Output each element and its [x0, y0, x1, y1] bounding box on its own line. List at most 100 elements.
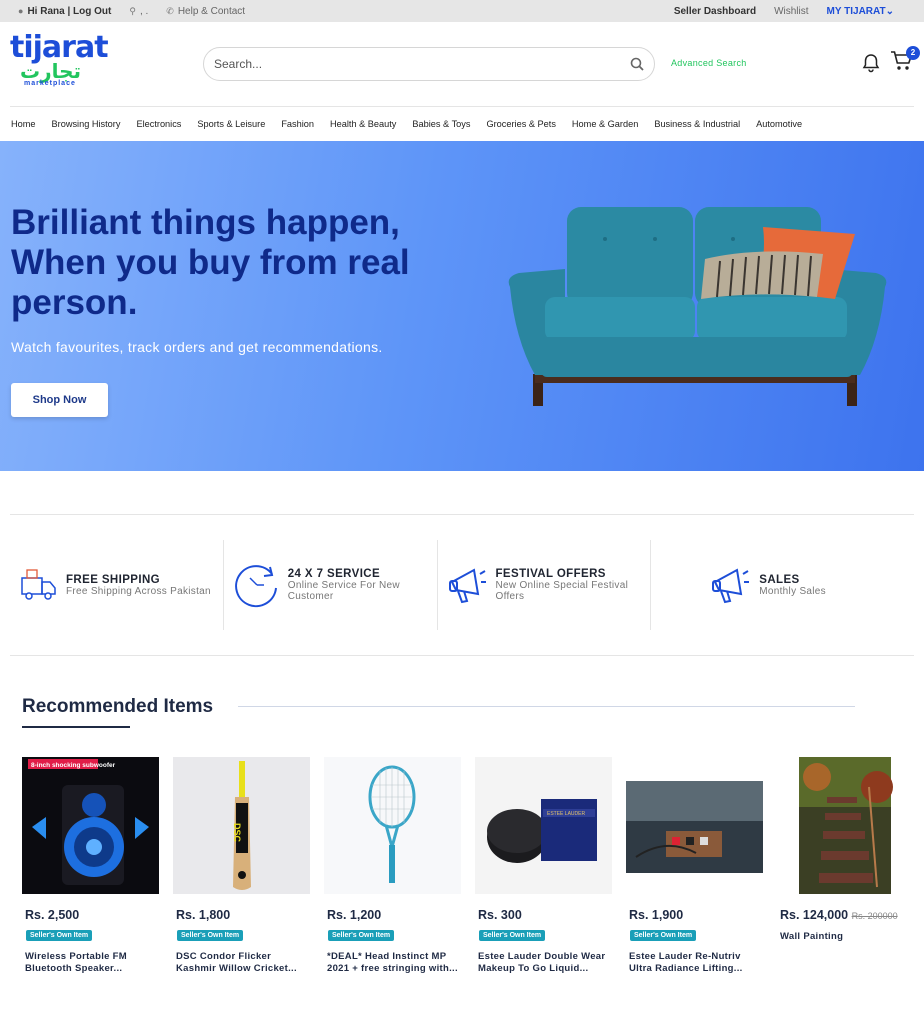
nav-health-beauty[interactable]: Health & Beauty [330, 119, 396, 129]
feature-subtitle: Online Service For New Customer [287, 580, 400, 602]
product-name[interactable]: Wall Painting [780, 931, 914, 943]
nav-sports-leisure[interactable]: Sports & Leisure [197, 119, 265, 129]
wishlist-link[interactable]: Wishlist [774, 6, 808, 17]
features-row: FREE SHIPPING Free Shipping Across Pakis… [10, 540, 914, 630]
hero-headline: Brilliant things happen, When you buy fro… [11, 203, 471, 323]
recommended-title-underline [22, 726, 130, 728]
product-name[interactable]: DSC Condor Flicker Kashmir Willow Cricke… [176, 951, 310, 975]
price-old: Rs. 200000 [851, 911, 898, 921]
seller-dashboard-link[interactable]: Seller Dashboard [674, 6, 756, 17]
nav-automotive[interactable]: Automotive [756, 119, 802, 129]
feature-24x7-service: 24 X 7 SERVICE Online Service For New Cu… [224, 540, 438, 630]
category-nav: Home Browsing History Electronics Sports… [0, 107, 924, 141]
price-current: Rs. 124,000 [780, 908, 849, 922]
phone-icon: ✆ [166, 5, 174, 16]
nav-business-industrial[interactable]: Business & Industrial [654, 119, 740, 129]
user-greeting[interactable]: ● Hi Rana | Log Out [18, 6, 111, 17]
section-divider [10, 514, 914, 515]
hero-line-3: person. [11, 283, 138, 322]
product-card[interactable]: Rs. 1,900 Seller's Own Item Estee Lauder… [626, 757, 763, 975]
product-price: Rs. 1,800 [176, 908, 231, 922]
product-name[interactable]: Estee Lauder Double Wear Makeup To Go Li… [478, 951, 612, 975]
clock-icon [234, 565, 277, 608]
feature-title: FESTIVAL OFFERS [495, 568, 606, 580]
sellers-own-badge: Seller's Own Item [479, 930, 546, 941]
top-bar: ● Hi Rana | Log Out ⚲, . ✆ Help & Contact … [0, 0, 924, 22]
sellers-own-badge: Seller's Own Item [630, 930, 697, 941]
feature-subtitle: Free Shipping Across Pakistan [66, 585, 211, 597]
feature-free-shipping: FREE SHIPPING Free Shipping Across Pakis… [10, 540, 224, 630]
user-icon: ● [18, 5, 24, 16]
product-image[interactable] [777, 757, 914, 894]
logo-latin: tijarat [10, 30, 109, 65]
cart-button[interactable]: 2 [890, 46, 920, 74]
recommended-title: Recommended Items [22, 696, 214, 717]
my-tijarat-dropdown[interactable]: MY TIJARAT⌄ [827, 6, 894, 17]
nav-home-garden[interactable]: Home & Garden [572, 119, 638, 129]
product-price: Rs. 1,200 [327, 908, 382, 922]
megaphone-icon [448, 568, 486, 604]
nav-electronics[interactable]: Electronics [136, 119, 181, 129]
nav-groceries-pets[interactable]: Groceries & Pets [486, 119, 555, 129]
help-contact-link[interactable]: ✆ Help & Contact [166, 6, 245, 17]
feature-festival-offers: FESTIVAL OFFERS New Online Special Festi… [438, 540, 652, 630]
feature-subtitle: Monthly Sales [759, 585, 826, 597]
product-card[interactable]: Rs. 124,000 Rs. 200000 Wall Painting [777, 757, 914, 943]
product-image[interactable]: 8-inch shocking subwoofer [22, 757, 159, 894]
product-image-text: DSC [232, 823, 242, 843]
product-name[interactable]: Wireless Portable FM Bluetooth Speaker..… [25, 951, 159, 975]
truck-icon [21, 569, 56, 600]
location-text: , . [139, 5, 149, 17]
sellers-own-badge: Seller's Own Item [26, 930, 93, 941]
hero-banner: Brilliant things happen, When you buy fro… [0, 141, 924, 471]
sellers-own-badge: Seller's Own Item [177, 930, 244, 941]
hero-line-2: When you buy from real [11, 243, 410, 282]
feature-subtitle: New Online Special Festival Offers [495, 580, 629, 602]
product-image-text: ESTEE LAUDER [547, 811, 585, 817]
megaphone-icon [712, 568, 750, 604]
nav-fashion[interactable]: Fashion [281, 119, 314, 129]
search-icon[interactable] [630, 57, 644, 71]
product-name[interactable]: Estee Lauder Re-Nutriv Ultra Radiance Li… [629, 951, 763, 975]
product-card[interactable]: Rs. 1,200 Seller's Own Item *DEAL* Head … [324, 757, 461, 975]
nav-babies-toys[interactable]: Babies & Toys [412, 119, 470, 129]
search-input[interactable] [214, 57, 630, 71]
advanced-search-link[interactable]: Advanced Search [671, 58, 747, 68]
product-price: Rs. 1,900 [629, 908, 684, 922]
feature-title: FREE SHIPPING [66, 573, 161, 586]
hero-subtitle: Watch favourites, track orders and get r… [11, 339, 383, 355]
product-card[interactable]: ESTEE LAUDER Rs. 300 Seller's Own Item E… [475, 757, 612, 975]
location[interactable]: ⚲, . [129, 6, 148, 17]
feature-title: 24 X 7 SERVICE [287, 568, 381, 580]
logo[interactable]: tijarat تجارت marketplace [10, 30, 109, 96]
nav-home[interactable]: Home [11, 119, 36, 129]
hero-line-1: Brilliant things happen, [11, 203, 400, 242]
cart-count-badge: 2 [906, 46, 920, 60]
sellers-own-badge: Seller's Own Item [328, 930, 395, 941]
product-card[interactable]: DSC Rs. 1,800 Seller's Own Item DSC Cond… [173, 757, 310, 975]
chevron-down-icon: ⌄ [885, 5, 894, 17]
help-text: Help & Contact [177, 5, 246, 17]
search-bar [203, 47, 655, 81]
product-image[interactable]: ESTEE LAUDER [475, 757, 612, 894]
location-pin-icon: ⚲ [129, 5, 136, 16]
logo-sub: marketplace [24, 80, 76, 87]
bell-icon[interactable] [860, 52, 882, 74]
feature-sales: SALES Monthly Sales [651, 540, 914, 630]
header: tijarat تجارت marketplace Advanced Searc… [0, 22, 924, 106]
nav-browsing-history[interactable]: Browsing History [52, 119, 121, 129]
product-image[interactable] [324, 757, 461, 894]
recommended-rule [238, 706, 855, 707]
section-divider [10, 655, 914, 656]
feature-title: SALES [759, 573, 800, 586]
logout-link[interactable]: Hi Rana | Log Out [27, 6, 111, 17]
product-image[interactable] [626, 757, 763, 894]
shop-now-button[interactable]: Shop Now [11, 383, 108, 417]
product-price: Rs. 124,000 Rs. 200000 [780, 908, 914, 922]
product-card[interactable]: 8-inch shocking subwoofer Rs. 2,500 Sell… [22, 757, 159, 975]
product-image[interactable]: DSC [173, 757, 310, 894]
product-image-text: 8-inch shocking subwoofer [31, 762, 116, 769]
product-name[interactable]: *DEAL* Head Instinct MP 2021 + free stri… [327, 951, 461, 975]
product-price: Rs. 2,500 [25, 908, 80, 922]
my-tijarat-label: MY TIJARAT [826, 5, 886, 17]
